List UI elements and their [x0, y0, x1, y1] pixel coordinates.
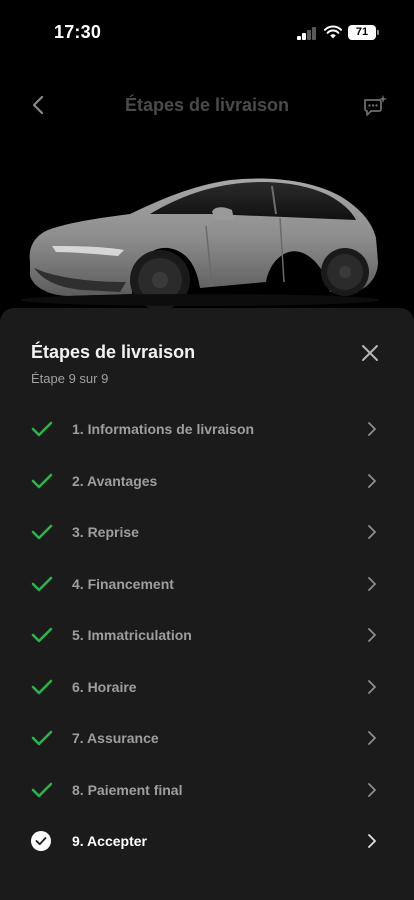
- check-circle-icon: [31, 831, 51, 851]
- chevron-right-icon: [368, 576, 376, 591]
- battery-tip: [377, 30, 379, 35]
- delivery-steps-sheet: Étapes de livraison Étape 9 sur 9 1. Inf…: [0, 308, 414, 900]
- step-item-financement[interactable]: 4. Financement: [0, 559, 414, 611]
- step-label: 2. Avantages: [72, 472, 158, 489]
- status-bar: 17:30 71: [0, 0, 414, 66]
- chevron-right-icon: [368, 525, 376, 539]
- step-item-immatriculation[interactable]: 5. Immatriculation: [0, 610, 414, 662]
- chevron-right-icon: [368, 782, 376, 797]
- checkmark-icon: [31, 782, 53, 797]
- step-item-paiement-final[interactable]: 8. Paiement final: [0, 765, 414, 817]
- step-label: 1. Informations de livraison: [72, 421, 255, 437]
- sheet-title: Étapes de livraison: [31, 342, 196, 362]
- step-item-horaire[interactable]: 6. Horaire: [0, 662, 414, 714]
- checkmark-icon: [31, 524, 53, 540]
- cellular-signal-icon: [297, 27, 317, 40]
- chevron-right-icon: [368, 679, 376, 694]
- steps-list: 1. Informations de livraison 2. Avantage…: [0, 404, 414, 868]
- chevron-right-icon: [368, 834, 376, 848]
- checkmark-icon: [31, 679, 53, 694]
- step-label: 3. Reprise: [72, 524, 139, 540]
- checkmark-icon: [31, 627, 53, 643]
- status-time: 17:30: [54, 22, 102, 42]
- checkmark-icon: [31, 730, 53, 746]
- step-item-accepter[interactable]: 9. Accepter: [0, 816, 414, 868]
- chevron-right-icon: [368, 628, 376, 642]
- step-label: 7. Assurance: [72, 730, 159, 746]
- page-title: Étapes de livraison: [124, 95, 290, 115]
- car-image: [20, 178, 380, 310]
- chevron-right-icon: [368, 473, 376, 488]
- close-icon[interactable]: [359, 342, 381, 364]
- step-label: 8. Paiement final: [72, 781, 183, 798]
- wifi-icon: [324, 25, 342, 39]
- step-label: 5. Immatriculation: [72, 627, 192, 643]
- checkmark-icon: [31, 421, 53, 437]
- step-item-avantages[interactable]: 2. Avantages: [0, 456, 414, 508]
- checkmark-icon: [31, 473, 53, 488]
- chat-sparkle-icon[interactable]: [362, 94, 388, 118]
- step-progress-text: Étape 9 sur 9: [31, 371, 109, 386]
- app-header: Étapes de livraison: [0, 84, 414, 128]
- step-label: 9. Accepter: [72, 833, 147, 849]
- step-label: 6. Horaire: [72, 678, 137, 695]
- step-label: 4. Financement: [72, 575, 174, 592]
- step-item-informations-de-livraison[interactable]: 1. Informations de livraison: [0, 404, 414, 456]
- chevron-right-icon: [368, 422, 376, 436]
- checkmark-icon: [31, 576, 53, 591]
- chevron-right-icon: [368, 731, 376, 745]
- battery-indicator: 71: [348, 25, 376, 40]
- step-item-reprise[interactable]: 3. Reprise: [0, 507, 414, 559]
- step-item-assurance[interactable]: 7. Assurance: [0, 713, 414, 765]
